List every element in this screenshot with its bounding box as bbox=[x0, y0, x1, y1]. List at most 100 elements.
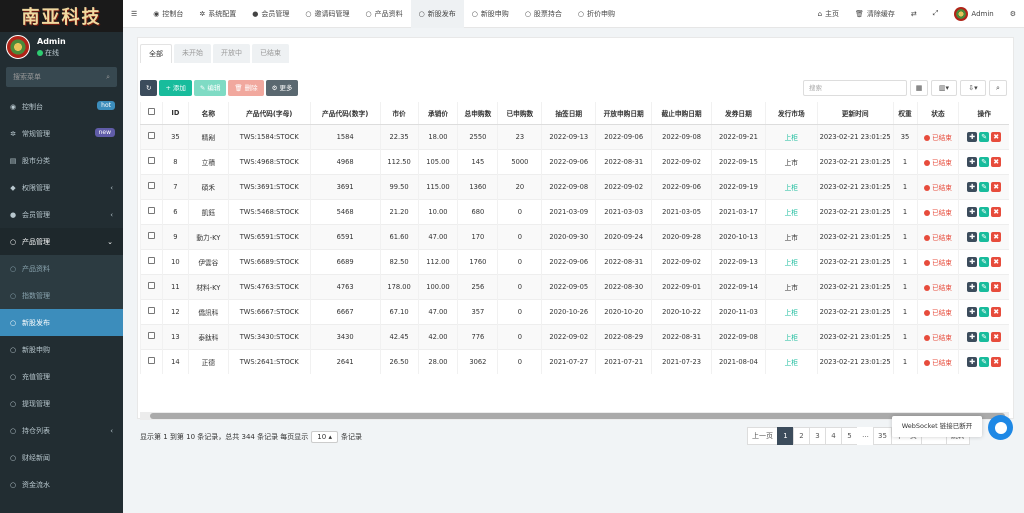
page-3[interactable]: 3 bbox=[809, 427, 826, 445]
page-size-select[interactable]: 10 ▴ bbox=[311, 431, 338, 443]
sidebar-item-9[interactable]: ○ 新股发布 bbox=[0, 309, 123, 336]
top-tab-1[interactable]: ◉ 控制台 bbox=[145, 0, 191, 28]
filter-tab-1[interactable]: 全部 bbox=[140, 44, 172, 63]
sidebar-item-12[interactable]: ○ 提现管理 bbox=[0, 390, 123, 417]
filter-tab-3[interactable]: 开放中 bbox=[213, 44, 250, 63]
edit-row-button[interactable]: ✎ bbox=[979, 256, 990, 267]
select-all-checkbox[interactable] bbox=[147, 108, 155, 116]
columns-button[interactable]: ▥▾ bbox=[931, 80, 957, 96]
row-checkbox[interactable] bbox=[147, 157, 155, 164]
refresh-button[interactable]: ↻ bbox=[140, 80, 158, 96]
menu-toggle-button[interactable]: ☰ bbox=[123, 0, 145, 28]
row-checkbox[interactable] bbox=[147, 132, 155, 139]
row-checkbox[interactable] bbox=[147, 232, 155, 239]
top-tab-6[interactable]: ○ 新股发布 bbox=[410, 0, 464, 28]
row-select-cell[interactable] bbox=[140, 123, 163, 149]
row-checkbox[interactable] bbox=[147, 282, 155, 289]
row-select-cell[interactable] bbox=[140, 298, 163, 324]
top-tab-3[interactable]: ● 会员管理 bbox=[244, 0, 297, 28]
language-button[interactable]: ⇄ bbox=[903, 0, 925, 28]
drag-button[interactable]: ✚ bbox=[967, 206, 978, 217]
edit-row-button[interactable]: ✎ bbox=[979, 281, 990, 292]
top-tab-7[interactable]: ○ 新股申购 bbox=[464, 0, 517, 28]
edit-row-button[interactable]: ✎ bbox=[979, 356, 990, 367]
page-1[interactable]: 1 bbox=[777, 427, 794, 445]
sidebar-item-10[interactable]: ○ 新股申购 bbox=[0, 336, 123, 363]
delete-row-button[interactable]: ✖ bbox=[991, 306, 1002, 317]
drag-button[interactable]: ✚ bbox=[967, 181, 978, 192]
sidebar-item-3[interactable]: ▤ 股市分类 bbox=[0, 147, 123, 174]
edit-row-button[interactable]: ✎ bbox=[979, 156, 990, 167]
row-checkbox[interactable] bbox=[147, 207, 155, 214]
row-select-cell[interactable] bbox=[140, 323, 163, 349]
delete-row-button[interactable]: ✖ bbox=[991, 206, 1002, 217]
page-5[interactable]: 5 bbox=[841, 427, 858, 445]
sidebar-item-13[interactable]: ○ 持仓列表 ‹ bbox=[0, 417, 123, 444]
row-select-cell[interactable] bbox=[140, 198, 163, 224]
filter-tab-2[interactable]: 未开始 bbox=[174, 44, 211, 63]
delete-row-button[interactable]: ✖ bbox=[991, 231, 1002, 242]
page-35[interactable]: 35 bbox=[873, 427, 892, 445]
row-select-cell[interactable] bbox=[140, 273, 163, 299]
row-select-cell[interactable] bbox=[140, 348, 163, 374]
row-checkbox[interactable] bbox=[147, 307, 155, 314]
delete-row-button[interactable]: ✖ bbox=[991, 331, 1002, 342]
sidebar-item-8[interactable]: ○ 指数管理 bbox=[0, 282, 123, 309]
brand-logo[interactable]: 南亚科技 bbox=[0, 0, 123, 32]
page-2[interactable]: 2 bbox=[793, 427, 810, 445]
edit-row-button[interactable]: ✎ bbox=[979, 206, 990, 217]
delete-button[interactable]: 🗑 删除 bbox=[228, 80, 264, 96]
delete-row-button[interactable]: ✖ bbox=[991, 131, 1002, 142]
select-all-header[interactable] bbox=[140, 102, 163, 125]
row-checkbox[interactable] bbox=[147, 357, 155, 365]
drag-button[interactable]: ✚ bbox=[967, 256, 978, 267]
sidebar-item-11[interactable]: ○ 充值管理 bbox=[0, 363, 123, 390]
row-checkbox[interactable] bbox=[147, 182, 155, 189]
fullscreen-button[interactable]: ⤢ bbox=[925, 0, 947, 28]
horizontal-scrollbar[interactable] bbox=[140, 412, 1009, 420]
edit-row-button[interactable]: ✎ bbox=[979, 131, 990, 142]
delete-row-button[interactable]: ✖ bbox=[991, 356, 1002, 367]
drag-button[interactable]: ✚ bbox=[967, 156, 978, 167]
export-button[interactable]: ⇩▾ bbox=[960, 80, 986, 96]
row-select-cell[interactable] bbox=[140, 223, 163, 249]
row-select-cell[interactable] bbox=[140, 148, 163, 174]
sidebar-item-1[interactable]: ◉ 控制台 hot bbox=[0, 93, 123, 120]
edit-row-button[interactable]: ✎ bbox=[979, 331, 990, 342]
row-select-cell[interactable] bbox=[140, 173, 163, 199]
toggle-view-button[interactable]: ▦ bbox=[910, 80, 928, 96]
filter-tab-4[interactable]: 已结束 bbox=[252, 44, 289, 63]
sidebar-item-5[interactable]: ● 会员管理 ‹ bbox=[0, 201, 123, 228]
settings-button[interactable]: ⚙ bbox=[1002, 0, 1024, 28]
drag-button[interactable]: ✚ bbox=[967, 131, 978, 142]
edit-row-button[interactable]: ✎ bbox=[979, 231, 990, 242]
edit-button[interactable]: ✎ 编辑 bbox=[193, 80, 227, 96]
sidebar-item-15[interactable]: ○ 资金流水 bbox=[0, 471, 123, 498]
top-tab-5[interactable]: ○ 产品资料 bbox=[357, 0, 410, 28]
clear-cache-button[interactable]: 🗑 清除缓存 bbox=[847, 0, 903, 28]
top-tab-8[interactable]: ○ 股票持合 bbox=[517, 0, 570, 28]
drag-button[interactable]: ✚ bbox=[967, 306, 978, 317]
delete-row-button[interactable]: ✖ bbox=[991, 281, 1002, 292]
row-checkbox[interactable] bbox=[147, 257, 155, 264]
drag-button[interactable]: ✚ bbox=[967, 356, 978, 367]
top-tab-4[interactable]: ○ 邀请码管理 bbox=[297, 0, 357, 28]
delete-row-button[interactable]: ✖ bbox=[991, 256, 1002, 267]
more-button[interactable]: ⚙ 更多 bbox=[265, 80, 299, 96]
sidebar-item-14[interactable]: ○ 财经新闻 bbox=[0, 444, 123, 471]
row-checkbox[interactable] bbox=[147, 332, 155, 339]
delete-row-button[interactable]: ✖ bbox=[991, 156, 1002, 167]
sidebar-item-7[interactable]: ○ 产品资料 bbox=[0, 255, 123, 282]
drag-button[interactable]: ✚ bbox=[967, 281, 978, 292]
chat-bubble-button[interactable] bbox=[988, 415, 1013, 440]
top-tab-2[interactable]: ✲ 系统配置 bbox=[191, 0, 244, 28]
advanced-search-button[interactable]: ⌕ bbox=[989, 80, 1007, 96]
top-tab-9[interactable]: ○ 折价申购 bbox=[570, 0, 623, 28]
row-select-cell[interactable] bbox=[140, 248, 163, 274]
drag-button[interactable]: ✚ bbox=[967, 231, 978, 242]
admin-menu[interactable]: Admin bbox=[946, 0, 1001, 28]
sidebar-item-6[interactable]: ○ 产品管理 ⌄ bbox=[0, 228, 123, 255]
sidebar-item-2[interactable]: ✲ 常规管理 new bbox=[0, 120, 123, 147]
home-link[interactable]: ⌂ 主页 bbox=[810, 0, 847, 28]
table-search-input[interactable]: 搜索 bbox=[803, 80, 907, 96]
